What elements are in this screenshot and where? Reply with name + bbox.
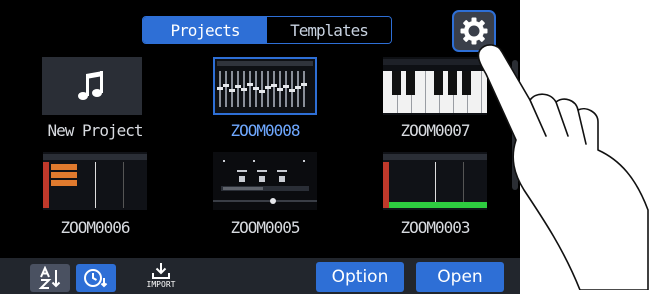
import-button[interactable]: IMPORT <box>140 262 182 294</box>
project-thumbnail-selected <box>213 57 317 115</box>
project-name: ZOOM0005 <box>230 218 300 237</box>
sampler-thumbnail <box>213 160 317 204</box>
project-thumbnail <box>43 152 147 210</box>
tracks-thumbnail <box>43 154 147 208</box>
pointing-hand-illustration <box>477 44 649 290</box>
project-card-zoom0005[interactable]: ZOOM0005 <box>185 152 345 242</box>
project-screen: Projects Templates New Project ZOOM0008 … <box>0 0 520 294</box>
sort-clock-icon <box>84 269 108 288</box>
project-thumbnail <box>213 152 317 210</box>
download-icon <box>152 263 170 279</box>
music-note-icon <box>78 71 103 100</box>
sort-by-name-button[interactable] <box>30 264 70 292</box>
project-name: ZOOM0008 <box>230 121 300 140</box>
project-card-zoom0006[interactable]: ZOOM0006 <box>15 152 175 242</box>
project-thumbnail <box>42 57 142 115</box>
tab-projects[interactable]: Projects <box>143 17 267 43</box>
project-name: New Project <box>47 121 144 140</box>
project-card-zoom0008[interactable]: ZOOM0008 <box>185 57 345 147</box>
sort-by-time-button[interactable] <box>76 264 116 292</box>
tab-bar: Projects Templates <box>142 16 392 44</box>
mixer-thumbnail <box>217 61 313 107</box>
sort-alpha-icon <box>38 266 61 289</box>
project-card-new[interactable]: New Project <box>15 57 175 147</box>
project-name: ZOOM0006 <box>60 218 130 237</box>
tab-templates[interactable]: Templates <box>267 17 391 43</box>
option-button[interactable]: Option <box>316 262 404 292</box>
import-label: IMPORT <box>146 280 176 289</box>
